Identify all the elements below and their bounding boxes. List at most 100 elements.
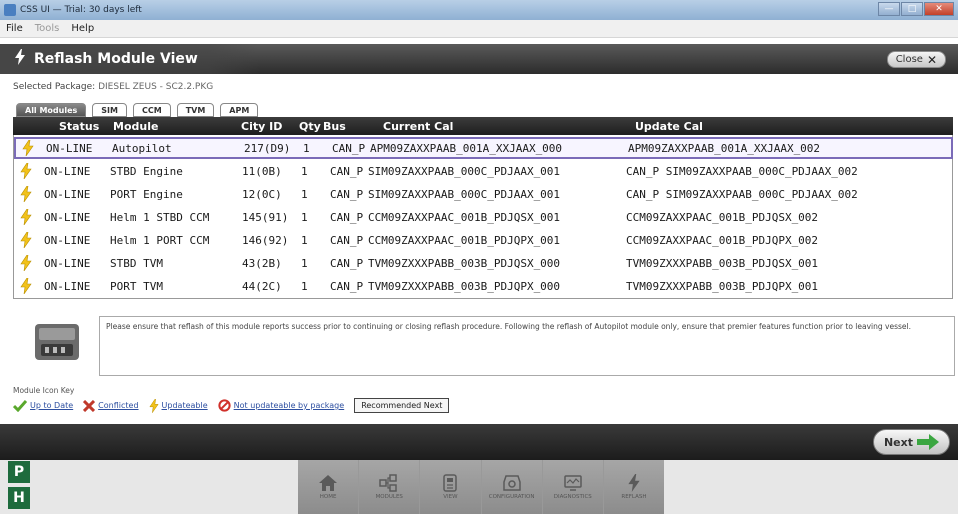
nav-modules[interactable]: MODULES [359, 460, 421, 514]
row-update-cal: CCM09ZAXXPAAC_001B_PDJQSX_002 [626, 210, 819, 224]
key-updateable[interactable]: Updateable [148, 398, 208, 413]
row-bus: CAN_P [330, 187, 364, 201]
row-city-id: 217(D9) [244, 141, 291, 155]
window-title: CSS UI — Trial: 30 days left [20, 5, 142, 15]
row-bus: CAN_P [330, 233, 364, 247]
row-current-cal: CCM09ZAXXPAAC_001B_PDJQPX_001 [368, 233, 561, 247]
bolt-icon [20, 254, 32, 272]
package-label: Selected Package: [13, 82, 96, 92]
col-module[interactable]: Module [113, 120, 158, 133]
key-conflicted-label: Conflicted [98, 401, 139, 410]
row-status: ON-LINE [44, 256, 91, 270]
window-controls: — □ ✕ [878, 2, 954, 16]
app-icon [4, 4, 16, 16]
nav-reflash[interactable]: REFLASH [604, 460, 664, 514]
nav-reflash-label: REFLASH [621, 494, 647, 500]
row-bus: CAN_P [330, 256, 364, 270]
bolt-icon [20, 231, 32, 249]
bolt-icon [20, 185, 32, 203]
close-view-button[interactable]: Close ✕ [886, 51, 946, 68]
next-label: Next [883, 435, 913, 449]
no-icon [218, 399, 231, 412]
h-badge[interactable]: H [8, 487, 30, 509]
key-up-to-date-label: Up to Date [30, 401, 74, 410]
nav-view[interactable]: VIEW [420, 460, 482, 514]
nav-view-label: VIEW [443, 494, 458, 500]
row-city-id: 43(2B) [242, 256, 282, 270]
row-status: ON-LINE [44, 210, 91, 224]
col-current-cal[interactable]: Current Cal [383, 120, 453, 133]
nav-configuration-label: CONFIGURATION [488, 494, 535, 500]
diagnostics-icon [564, 475, 582, 491]
row-status: ON-LINE [46, 141, 93, 155]
module-tabs: All Modules SIM CCM TVM APM [16, 103, 259, 117]
view-title: Reflash Module View [34, 51, 198, 67]
tab-apm[interactable]: APM [220, 103, 259, 117]
selected-package: Selected Package: DIESEL ZEUS - SC2.2.PK… [13, 82, 213, 92]
row-qty: 1 [301, 164, 308, 178]
tab-sim[interactable]: SIM [92, 103, 127, 117]
row-module: Helm 1 STBD CCM [110, 210, 210, 224]
row-current-cal: SIM09ZAXXPAAB_000C_PDJAAX_001 [368, 187, 561, 201]
close-x-icon: ✕ [926, 52, 937, 67]
tab-ccm[interactable]: CCM [132, 103, 171, 117]
table-row[interactable]: ON-LINE Autopilot 217(D9) 1 CAN_P APM09ZAXXPA… [14, 137, 953, 159]
key-up-to-date[interactable]: Up to Date [13, 399, 74, 412]
menu-bar: File Tools Help [0, 20, 958, 38]
row-current-cal: TVM09ZXXXPABB_003B_PDJQSX_000 [368, 256, 561, 270]
nav-configuration[interactable]: CONFIGURATION [482, 460, 543, 514]
bolt-icon [20, 277, 32, 295]
view-icon [443, 474, 458, 492]
row-update-cal: TVM09ZXXXPABB_003B_PDJQPX_001 [626, 279, 819, 293]
table-row[interactable]: ON-LINE PORT Engine 12(0C) 1 CAN_P SIM09ZAXXP… [14, 183, 953, 205]
key-not-updateable-label: Not updateable by package [233, 401, 345, 410]
package-value: DIESEL ZEUS - SC2.2.PKG [98, 82, 214, 92]
table-row[interactable]: ON-LINE Helm 1 STBD CCM 145(91) 1 CAN_P CCM09… [14, 206, 953, 228]
nav-home[interactable]: HOME [298, 460, 360, 514]
row-qty: 1 [301, 233, 308, 247]
col-qty[interactable]: Qty [299, 120, 321, 133]
row-qty: 1 [301, 210, 308, 224]
bolt-icon [20, 162, 32, 180]
col-status[interactable]: Status [59, 120, 99, 133]
table-row[interactable]: ON-LINE Helm 1 PORT CCM 146(92) 1 CAN_P CCM09… [14, 229, 953, 251]
bolt-icon [628, 474, 640, 492]
recommended-next-indicator: Recommended Next [354, 398, 450, 413]
table-row[interactable]: ON-LINE STBD TVM 43(2B) 1 CAN_P TVM09ZXXXPABB… [14, 252, 953, 274]
table-header: Status Module City ID Qty Bus Current Ca… [13, 117, 953, 135]
row-bus: CAN_P [330, 279, 364, 293]
maximize-button[interactable]: □ [901, 2, 923, 16]
key-conflicted[interactable]: Conflicted [83, 399, 139, 412]
menu-tools[interactable]: Tools [29, 23, 66, 34]
row-city-id: 146(92) [242, 233, 289, 247]
tab-tvm[interactable]: TVM [176, 103, 215, 117]
row-city-id: 12(0C) [242, 187, 282, 201]
table-row[interactable]: ON-LINE STBD Engine 11(0B) 1 CAN_P SIM09ZAXXP… [14, 160, 953, 182]
row-current-cal: APM09ZAXXPAAB_001A_XXJAAX_000 [370, 141, 563, 155]
row-status: ON-LINE [44, 187, 91, 201]
window-close-button[interactable]: ✕ [924, 2, 954, 16]
row-city-id: 145(91) [242, 210, 289, 224]
next-button[interactable]: Next [872, 429, 950, 455]
row-bus: CAN_P [332, 141, 366, 155]
col-bus[interactable]: Bus [323, 120, 346, 133]
row-update-cal: TVM09ZXXXPABB_003B_PDJQSX_001 [626, 256, 819, 270]
module-icon-key: Module Icon Key Up to Date Conflicted Up… [13, 384, 953, 420]
table-row[interactable]: ON-LINE PORT TVM 44(2C) 1 CAN_P TVM09ZXXXPABB… [14, 275, 953, 297]
row-bus: CAN_P [330, 210, 364, 224]
col-update-cal[interactable]: Update Cal [635, 120, 703, 133]
minimize-button[interactable]: — [878, 2, 900, 16]
key-title: Module Icon Key [13, 386, 75, 395]
col-city-id[interactable]: City ID [241, 120, 282, 133]
key-not-updateable[interactable]: Not updateable by package [218, 399, 345, 412]
menu-file[interactable]: File [0, 23, 29, 34]
notice-area: Please ensure that reflash of this modul… [13, 314, 955, 380]
p-badge[interactable]: P [8, 461, 30, 483]
key-updateable-label: Updateable [161, 401, 208, 410]
arrow-right-icon [917, 434, 939, 450]
row-module: Autopilot [112, 141, 172, 155]
menu-help[interactable]: Help [65, 23, 100, 34]
config-icon [502, 475, 521, 491]
tab-all-modules[interactable]: All Modules [16, 103, 87, 117]
nav-diagnostics[interactable]: DIAGNOSTICS [543, 460, 604, 514]
